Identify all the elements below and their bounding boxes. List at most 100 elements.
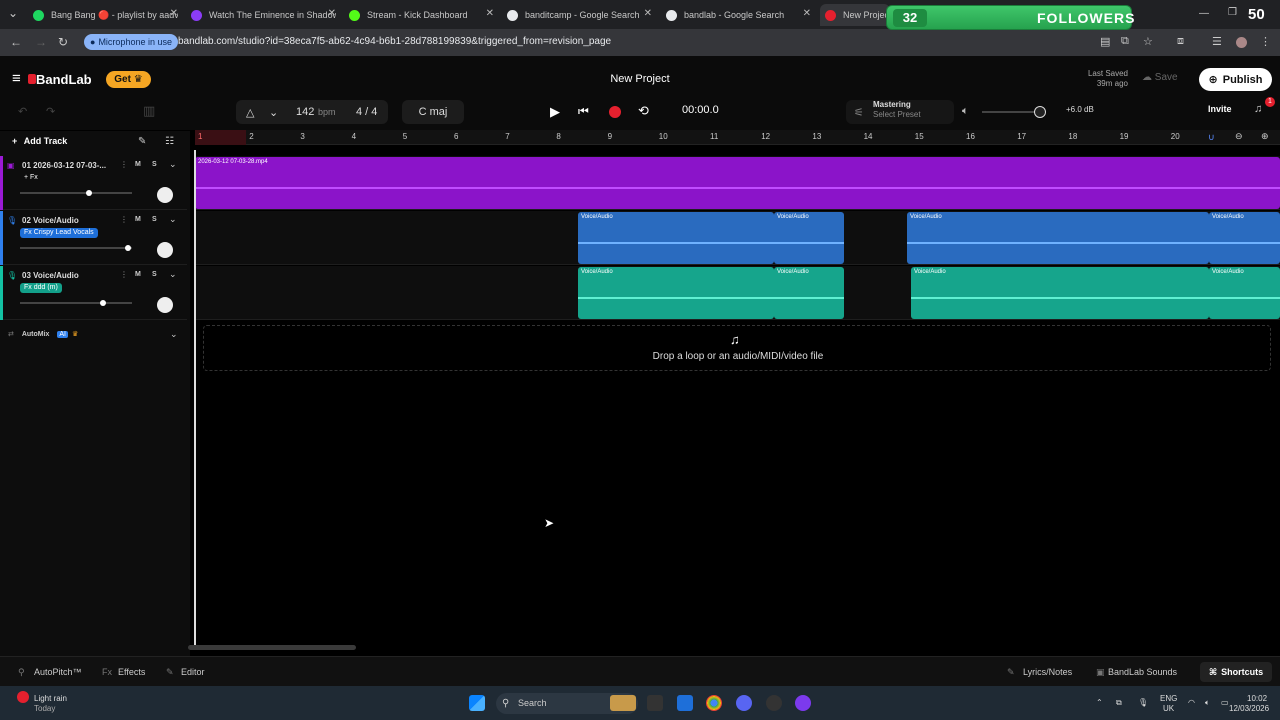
tab-search-chevron-icon[interactable]: ⌄ [8, 6, 18, 20]
effects-button[interactable]: Effects [118, 667, 145, 677]
track-menu-icon[interactable]: ⋮ [120, 160, 128, 169]
reload-icon[interactable]: ↻ [58, 35, 68, 49]
window-maximize-icon[interactable]: ❐ [1228, 7, 1237, 18]
invite-button[interactable]: Invite [1208, 104, 1232, 114]
undo-icon[interactable]: ↶ [18, 105, 27, 118]
browser-tab[interactable]: bandlab - Google Search ✕ [661, 4, 811, 26]
mute-button[interactable]: M [135, 271, 141, 278]
hamburger-menu-icon[interactable]: ≡ [12, 70, 21, 87]
zoom-in-icon[interactable]: ⊕ [1261, 131, 1269, 142]
snap-magnet-icon[interactable]: ∪ [1208, 132, 1215, 143]
track-header[interactable]: ▣ 01 2026-03-12 07-03-... ⋮ M S ⌄ + Fx [0, 156, 187, 210]
publish-button[interactable]: ⊕ Publish [1199, 68, 1272, 91]
cast-icon[interactable]: ⧉ [1121, 35, 1129, 48]
track-header[interactable]: 🎙︎ 03 Voice/Audio ⋮ M S ⌄ Fx ddd (m) [0, 266, 187, 320]
loop-icon[interactable]: ⟲ [638, 103, 649, 119]
bell-icon[interactable]: ♫ [1254, 103, 1262, 115]
mixer-icon[interactable]: ☷ [165, 136, 174, 147]
horizontal-scrollbar[interactable] [188, 645, 356, 650]
wifi-icon[interactable]: ◠ [1188, 698, 1195, 707]
time-signature[interactable]: 4 / 4 [356, 106, 377, 118]
track-pan-knob[interactable] [157, 242, 173, 258]
drop-zone[interactable]: ♫ Drop a loop or an audio/MIDI/video fil… [203, 325, 1271, 371]
browser-tab[interactable]: Stream - Kick Dashboard ✕ [344, 4, 494, 26]
twitch-icon[interactable] [795, 695, 811, 711]
track-lane[interactable]: Voice/Audio Voice/Audio Voice/Audio Voice/A… [195, 211, 1280, 265]
audio-clip[interactable]: Voice/Audio [911, 267, 1209, 319]
track-fx-chip[interactable]: + Fx [20, 173, 42, 183]
track-fx-chip[interactable]: Fx ddd (m) [20, 283, 62, 293]
master-volume-slider[interactable] [982, 106, 1046, 118]
redo-icon[interactable]: ↷ [46, 105, 55, 118]
project-title[interactable]: New Project [580, 73, 700, 85]
volume-icon[interactable]: 🔈︎ [1205, 698, 1210, 708]
audio-clip[interactable]: Voice/Audio [1209, 267, 1280, 319]
track-fx-chip[interactable]: Fx Crispy Lead Vocals [20, 228, 98, 238]
tab-close-icon[interactable]: ✕ [803, 8, 811, 19]
tab-close-icon[interactable]: ✕ [486, 8, 494, 19]
autopitch-button[interactable]: AutoPitch™ [34, 667, 82, 677]
save-button[interactable]: ☁ Save [1142, 72, 1178, 83]
mute-button[interactable]: M [135, 216, 141, 223]
browser-menu-icon[interactable]: ⋮ [1260, 35, 1271, 48]
microphone-in-use-badge[interactable]: ● Microphone in use [84, 34, 178, 50]
playhead[interactable] [194, 150, 196, 650]
automix-chevron-icon[interactable]: ⌄ [170, 329, 178, 340]
zoom-out-icon[interactable]: ⊖ [1235, 131, 1243, 142]
track-pan-knob[interactable] [157, 187, 173, 203]
record-icon[interactable] [609, 106, 621, 118]
get-membership-button[interactable]: Get ♛ [106, 71, 151, 88]
tray-mic-icon[interactable]: 🎙︎ [1138, 698, 1148, 707]
tab-close-icon[interactable]: ✕ [644, 8, 652, 19]
track-lane[interactable]: 2026-03-12 07-03-28.mp4 [195, 156, 1280, 210]
master-volume-thumb[interactable] [1034, 106, 1046, 118]
browser-tab[interactable]: Bang Bang 🔴 - playlist by aadv ✕ [28, 4, 178, 26]
browser-tab[interactable]: banditcamp - Google Search ✕ [502, 4, 652, 26]
solo-button[interactable]: S [152, 216, 157, 223]
skip-back-icon[interactable]: ⏮ [578, 104, 589, 119]
pencil-tool-icon[interactable]: ✎ [138, 136, 146, 147]
lyrics-notes-button[interactable]: Lyrics/Notes [1023, 667, 1072, 677]
track-menu-icon[interactable]: ⋮ [120, 270, 128, 279]
editor-button[interactable]: Editor [181, 667, 205, 677]
tab-close-icon[interactable]: ✕ [170, 8, 178, 19]
track-volume-thumb[interactable] [86, 190, 92, 196]
extensions-icon[interactable]: ⧈ [1177, 35, 1184, 48]
track-name[interactable]: 03 Voice/Audio [22, 271, 79, 280]
play-icon[interactable]: ▶ [550, 104, 560, 120]
key-selector[interactable]: C maj [402, 100, 464, 124]
mastering-button[interactable]: ⚟ Mastering Select Preset [846, 100, 954, 124]
mute-button[interactable]: M [135, 161, 141, 168]
audio-clip[interactable]: Voice/Audio [774, 267, 844, 319]
browser-tab[interactable]: Watch The Eminence in Shadow ✕ [186, 4, 336, 26]
audio-clip[interactable]: Voice/Audio [578, 212, 774, 264]
audio-clip[interactable]: Voice/Audio [1209, 212, 1280, 264]
sidepanel-icon[interactable]: ☰ [1212, 35, 1222, 48]
piano-keys-icon[interactable]: ▥ [143, 103, 155, 119]
track-lane[interactable]: Voice/Audio Voice/Audio Voice/Audio Voice/A… [195, 266, 1280, 320]
discord-icon[interactable] [736, 695, 752, 711]
track-chevron-icon[interactable]: ⌄ [169, 214, 177, 225]
audio-clip[interactable]: 2026-03-12 07-03-28.mp4 [195, 157, 1280, 209]
bookmark-star-icon[interactable]: ☆ [1143, 35, 1153, 48]
solo-button[interactable]: S [152, 161, 157, 168]
add-track-button[interactable]: + Add Track [12, 136, 67, 146]
back-icon[interactable]: ← [10, 35, 22, 49]
solo-button[interactable]: S [152, 271, 157, 278]
track-chevron-icon[interactable]: ⌄ [169, 159, 177, 170]
track-volume-thumb[interactable] [100, 300, 106, 306]
profile-avatar[interactable] [1236, 37, 1247, 48]
tab-close-icon[interactable]: ✕ [328, 8, 336, 19]
audio-clip[interactable]: Voice/Audio [578, 267, 774, 319]
bpm-value[interactable]: 142 [296, 106, 314, 118]
track-chevron-icon[interactable]: ⌄ [169, 269, 177, 280]
clock-time[interactable]: 10:02 [1247, 694, 1267, 703]
language-label[interactable]: ENG [1160, 694, 1177, 703]
chrome-icon[interactable] [706, 695, 722, 711]
track-name[interactable]: 01 2026-03-12 07-03-... [22, 161, 106, 170]
track-menu-icon[interactable]: ⋮ [120, 215, 128, 224]
app-icon[interactable] [677, 695, 693, 711]
browser-tab[interactable]: New Project [820, 4, 890, 26]
track-volume-slider[interactable] [20, 190, 132, 196]
task-view-icon[interactable] [647, 695, 663, 711]
